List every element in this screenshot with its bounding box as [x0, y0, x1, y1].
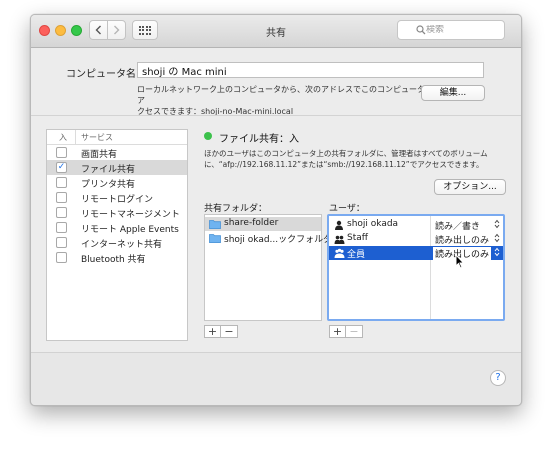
service-label: ファイル共有	[81, 165, 136, 175]
service-row[interactable]: リモートマネージメント	[47, 205, 187, 220]
computer-name-field[interactable]	[137, 62, 484, 78]
shared-folders-list[interactable]: share-folder shoji okad...ックフォルダ	[204, 214, 332, 321]
column-header-on: 入	[59, 133, 67, 142]
service-label: リモートマネージメント	[81, 210, 180, 220]
permission-popup[interactable]: 読み／書き	[435, 219, 480, 232]
computer-name-description: ローカルネットワーク上のコンピュータから、次のアドレスでこのコンピュータにア ク…	[137, 84, 437, 117]
shared-folder-row[interactable]: shoji okad...ックフォルダ	[205, 231, 332, 246]
sharing-window: 共有 コンピュータ名： ローカルネットワーク上のコンピュータから、次のアドレスで…	[30, 14, 522, 406]
shared-folder-row[interactable]: share-folder	[205, 217, 321, 231]
service-label: リモート Apple Events	[81, 225, 179, 235]
updown-chevron-icon	[494, 247, 500, 258]
shared-folder-name: share-folder	[224, 218, 279, 228]
description-line: ローカルネットワーク上のコンピュータから、次のアドレスでこのコンピュータにア	[137, 85, 433, 105]
title-bar: 共有	[31, 15, 521, 48]
service-row[interactable]: インターネット共有	[47, 235, 187, 250]
help-button[interactable]: ?	[490, 370, 506, 386]
search-input[interactable]	[426, 25, 496, 35]
permission-popup[interactable]: 読み出しのみ	[435, 233, 489, 246]
remove-user-button[interactable]: −	[346, 325, 363, 338]
search-icon	[416, 25, 426, 35]
computer-name-label: コンピュータ名：	[66, 69, 146, 80]
everyone-icon	[334, 248, 345, 261]
user-name: 全員	[347, 250, 366, 260]
users-list[interactable]: shoji okada 読み／書き Staff 読み出しのみ 全員 読み出しのみ	[327, 214, 505, 321]
user-name: shoji okada	[347, 219, 399, 229]
service-checkbox[interactable]	[56, 207, 67, 218]
services-list[interactable]: 入 サービス 画面共有 ✓ ファイル共有 プリンタ共有リモートログインリモートマネージ…	[46, 129, 188, 341]
service-label: リモートログイン	[81, 195, 154, 205]
service-label: インターネット共有	[81, 240, 163, 250]
service-label: Bluetooth 共有	[81, 255, 146, 265]
service-label: 画面共有	[81, 150, 118, 160]
user-name: Staff	[347, 233, 368, 243]
user-row[interactable]: 全員 読み出しのみ	[329, 246, 503, 260]
search-field[interactable]	[397, 20, 505, 40]
service-checkbox[interactable]	[56, 222, 67, 233]
service-checkbox[interactable]	[56, 237, 67, 248]
updown-chevron-icon	[494, 233, 500, 244]
edit-button[interactable]: 編集...	[421, 85, 485, 101]
service-label: プリンタ共有	[81, 180, 136, 190]
folder-add-remove: + −	[204, 325, 238, 338]
service-row[interactable]: Bluetooth 共有	[47, 250, 187, 265]
service-checkbox[interactable]	[56, 177, 67, 188]
shared-folder-name: shoji okad...ックフォルダ	[224, 235, 333, 245]
divider	[31, 115, 521, 116]
info-line: ほかのユーザはこのコンピュータ上の共有フォルダに、管理者はすべてのボリューム	[204, 149, 488, 158]
add-user-button[interactable]: +	[329, 325, 346, 338]
access-info: ほかのユーザはこのコンピュータ上の共有フォルダに、管理者はすべてのボリューム に…	[204, 148, 504, 170]
service-checkbox[interactable]	[56, 147, 67, 158]
info-line: に、“afp://192.168.11.12”または“smb://192.168…	[204, 160, 484, 169]
service-row[interactable]: ✓ ファイル共有	[47, 160, 187, 175]
mouse-cursor-icon	[455, 254, 465, 269]
remove-folder-button[interactable]: −	[221, 325, 238, 338]
folder-icon	[209, 233, 221, 246]
user-row[interactable]: shoji okada 読み／書き	[329, 218, 503, 232]
service-row[interactable]: リモートログイン	[47, 190, 187, 205]
options-button[interactable]: オプション...	[434, 179, 506, 195]
service-checkbox[interactable]	[56, 252, 67, 263]
services-header: 入 サービス	[47, 130, 187, 145]
status-text: ファイル共有：入	[219, 134, 299, 145]
column-header-service: サービス	[81, 133, 113, 142]
shared-folders-label: 共有フォルダ：	[204, 204, 268, 214]
service-checkbox[interactable]: ✓	[56, 162, 67, 173]
service-row[interactable]: プリンタ共有	[47, 175, 187, 190]
bottom-bar	[31, 352, 521, 405]
status-indicator	[204, 132, 212, 140]
service-row[interactable]: リモート Apple Events	[47, 220, 187, 235]
updown-chevron-icon	[494, 219, 500, 230]
service-row[interactable]: 画面共有	[47, 145, 187, 160]
add-folder-button[interactable]: +	[204, 325, 221, 338]
users-label: ユーザ：	[329, 204, 365, 214]
user-add-remove: + −	[329, 325, 363, 338]
user-row[interactable]: Staff 読み出しのみ	[329, 232, 503, 246]
service-checkbox[interactable]	[56, 192, 67, 203]
